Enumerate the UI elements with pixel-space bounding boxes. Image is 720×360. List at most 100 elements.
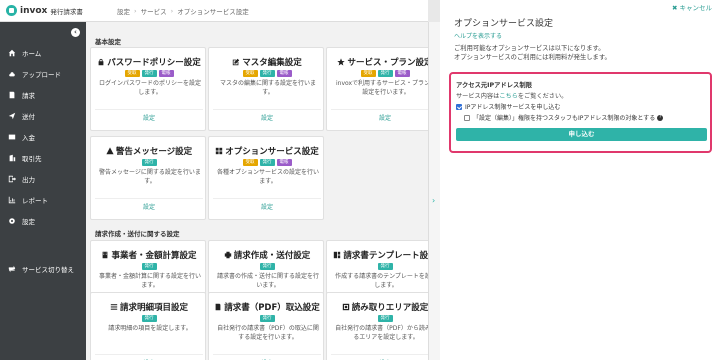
card-divider — [95, 198, 203, 199]
app-logo[interactable]: invox 発行請求書 — [0, 5, 86, 16]
chart-icon — [7, 195, 16, 204]
badge-ebook: 電帳 — [158, 70, 174, 77]
badge-ebook: 電帳 — [276, 70, 292, 77]
card-settings-link[interactable]: 設定 — [91, 202, 207, 211]
card-settings-link[interactable]: 設定 — [327, 113, 428, 122]
badge-issue: 発行 — [259, 263, 275, 270]
card-description: 事業者・金額計算に関する設定を行います。 — [98, 273, 201, 289]
panel-toggle-strip[interactable]: › — [428, 22, 440, 360]
document-icon — [7, 90, 16, 99]
detail-prefix: サービス内容は — [456, 93, 500, 100]
sidebar-item-invoice[interactable]: 請求 — [0, 84, 86, 105]
print-icon — [224, 251, 232, 259]
card-settings-link[interactable]: 設定 — [209, 202, 325, 211]
card-description: ログインパスワードのポリシーを設定します。 — [98, 80, 201, 96]
card-warning-message: 警告メッセージ設定 発行 警告メッセージに関する設定を行います。 設定 — [90, 136, 206, 220]
sidebar-item-label: レポート — [22, 196, 48, 205]
card-title: 請求書テンプレート設定 — [327, 249, 428, 261]
card-divider — [95, 109, 203, 110]
intro-line-2: オプションサービスのご利用には利用料が発生します。 — [454, 54, 611, 61]
sidebar-item-payment[interactable]: 入金 — [0, 126, 86, 147]
card-divider — [331, 109, 428, 110]
sidebar-item-clients[interactable]: 取引先 — [0, 147, 86, 168]
sidebar-item-label: 取引先 — [22, 154, 42, 163]
card-divider — [213, 109, 321, 110]
card-divider — [213, 198, 321, 199]
breadcrumb: 設定 › サービス › オプションサービス設定 — [86, 6, 249, 16]
home-icon — [7, 48, 16, 57]
card-password-policy: パスワードポリシー設定 受取 発行 電帳 ログインパスワードのポリシーを設定します。… — [90, 47, 206, 131]
card-title: 請求書（PDF）取込設定 — [209, 301, 325, 313]
card-title: 請求明細項目設定 — [91, 301, 207, 313]
sidebar-collapse-icon[interactable]: ‹ — [71, 28, 80, 37]
card-title-text: 事業者・金額計算設定 — [111, 251, 197, 261]
card-title: サービス・プラン設定 — [327, 56, 428, 68]
help-link[interactable]: ヘルプを表示する — [454, 31, 502, 40]
card-master-edit: マスタ編集設定 受取 発行 電帳 マスタの編集に関する設定を行います。 設定 — [208, 47, 324, 131]
section-title-invoice: 請求作成・送付に関する設定 — [95, 230, 180, 238]
card-description: invoxで利用するサービス・プランの設定を行います。 — [335, 80, 428, 96]
breadcrumb-item-settings[interactable]: 設定 — [117, 6, 130, 16]
sidebar-item-service-switch[interactable]: サービス切り替え — [0, 258, 86, 279]
card-description: 自社発行の請求書（PDF）の取込に関する設定を行います。 — [217, 325, 319, 341]
intro-line-1: ご利用可能なオプションサービスは以下になります。 — [454, 45, 605, 52]
staff-checkbox[interactable] — [464, 114, 470, 121]
option-title: アクセス元IPアドレス制限 — [456, 82, 532, 89]
sidebar-item-label: ホーム — [22, 49, 42, 58]
badge-receive: 受取 — [124, 70, 140, 77]
sidebar-item-label: 入金 — [22, 133, 35, 142]
cloud-upload-icon — [7, 69, 16, 78]
apply-checkbox-row[interactable]: IPアドレス制限サービスを申し込む — [456, 102, 560, 111]
badge-issue: 発行 — [259, 315, 275, 322]
card-title: パスワードポリシー設定 — [91, 56, 207, 68]
detail-link[interactable]: こちら — [499, 93, 518, 100]
cancel-button[interactable]: ✖ キャンセル — [672, 2, 712, 12]
logo-mark-icon — [6, 5, 17, 16]
option-service-panel: ✖ キャンセル オプションサービス設定 ヘルプを表示する ご利用可能なオプション… — [440, 0, 720, 360]
sidebar: ‹ ホーム アップロード 請求 送付 入金 取引先 出力 レポート 設定 サービ… — [0, 22, 86, 360]
sidebar-item-upload[interactable]: アップロード — [0, 63, 86, 84]
sidebar-item-report[interactable]: レポート — [0, 189, 86, 210]
sidebar-item-send[interactable]: 送付 — [0, 105, 86, 126]
staff-checkbox-label: 「設定（編集）」権限を持つスタッフもIPアドレス制限の対象とする — [473, 115, 656, 122]
option-detail: サービス内容はこちらをご覧ください。 — [456, 91, 567, 100]
badge-issue: 発行 — [377, 315, 393, 322]
switch-icon — [7, 264, 16, 273]
apply-checkbox[interactable] — [456, 103, 462, 110]
sidebar-item-settings[interactable]: 設定 — [0, 210, 86, 231]
apply-button[interactable]: 申し込む — [456, 128, 707, 141]
card-title: 請求作成・送付設定 — [209, 249, 325, 261]
help-icon[interactable]: ? — [657, 114, 664, 121]
badge-issue: 発行 — [259, 159, 275, 166]
card-description: 警告メッセージに関する設定を行います。 — [99, 169, 201, 185]
badge-issue: 発行 — [141, 263, 157, 270]
breadcrumb-item-service[interactable]: サービス — [141, 6, 167, 16]
chevron-right-icon[interactable]: › — [432, 196, 435, 205]
card-settings-link[interactable]: 設定 — [209, 113, 325, 122]
badge-issue: 発行 — [141, 315, 157, 322]
panel-intro: ご利用可能なオプションサービスは以下になります。 オプションサービスのご利用には… — [454, 44, 611, 62]
staff-checkbox-row[interactable]: 「設定（編集）」権限を持つスタッフもIPアドレス制限の対象とする ? — [464, 113, 664, 122]
lock-icon — [97, 58, 105, 66]
card-invoice-items: 請求明細項目設定 発行 請求明細の項目を設定します。 設定 — [90, 292, 206, 360]
breadcrumb-item-option: オプションサービス設定 — [177, 7, 249, 16]
card-settings-link[interactable]: 設定 — [91, 113, 207, 122]
card-description: 各種オプションサービスの設定を行います。 — [216, 169, 319, 185]
logo-text: invox — [20, 5, 48, 16]
card-description: 請求明細の項目を設定します。 — [108, 325, 192, 332]
card-title-text: 請求作成・送付設定 — [233, 251, 311, 261]
sidebar-item-label: アップロード — [22, 70, 61, 79]
sidebar-item-home[interactable]: ホーム — [0, 42, 86, 63]
card-title-text: 請求書テンプレート設定 — [343, 251, 428, 261]
card-title-text: 読み取りエリア設定 — [351, 303, 428, 313]
sidebar-item-export[interactable]: 出力 — [0, 168, 86, 189]
section-title-basic: 基本設定 — [95, 38, 121, 46]
card-title: マスタ編集設定 — [209, 56, 325, 68]
breadcrumb-separator-icon: › — [170, 6, 174, 15]
card-divider — [213, 354, 321, 355]
sidebar-item-label: 請求 — [22, 91, 35, 100]
card-title: 読み取りエリア設定 — [327, 301, 428, 313]
badge-issue: 発行 — [141, 159, 157, 166]
close-icon: ✖ — [671, 4, 680, 12]
sidebar-item-label: サービス切り替え — [22, 265, 74, 274]
